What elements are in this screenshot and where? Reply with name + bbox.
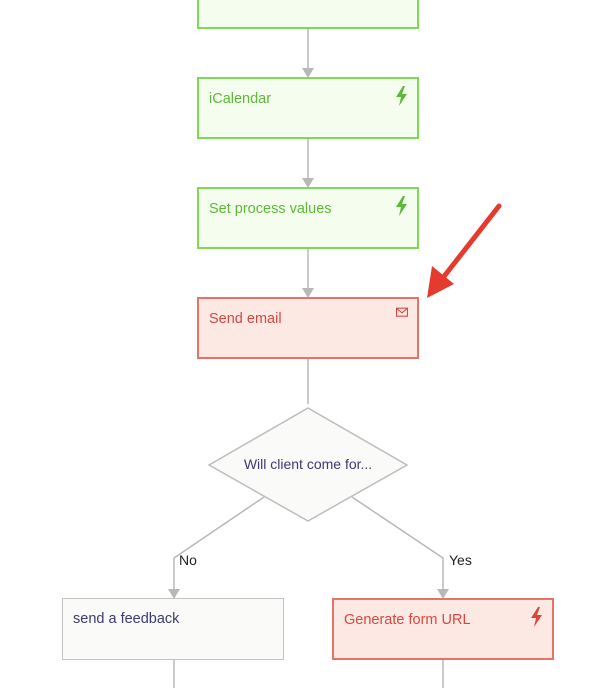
branch-label-yes: Yes xyxy=(449,552,472,568)
mail-icon xyxy=(396,307,408,317)
lightning-icon xyxy=(396,86,407,106)
decision-label: Will client come for... xyxy=(243,456,373,472)
flow-node-send-feedback[interactable]: send a feedback xyxy=(62,598,284,660)
branch-label-no: No xyxy=(179,552,197,568)
connector-no-branch xyxy=(173,496,265,593)
flow-node-icalendar-label: iCalendar xyxy=(209,91,272,107)
flow-node-top[interactable] xyxy=(197,0,419,29)
flow-node-send-feedback-label: send a feedback xyxy=(73,611,180,627)
flow-node-send-email-label: Send email xyxy=(209,311,282,327)
flow-node-generate-form-url-label: Generate form URL xyxy=(344,612,471,628)
flow-node-set-process-values-label: Set process values xyxy=(209,201,332,217)
lightning-icon xyxy=(531,607,542,627)
flow-node-generate-form-url[interactable]: Generate form URL xyxy=(332,598,554,660)
flow-node-send-email[interactable]: Send email xyxy=(197,297,419,359)
lightning-icon xyxy=(396,196,407,216)
flow-node-set-process-values[interactable]: Set process values xyxy=(197,187,419,249)
connector-yes-branch xyxy=(351,496,444,593)
flow-node-icalendar[interactable]: iCalendar xyxy=(197,77,419,139)
annotation-arrow xyxy=(427,203,502,298)
